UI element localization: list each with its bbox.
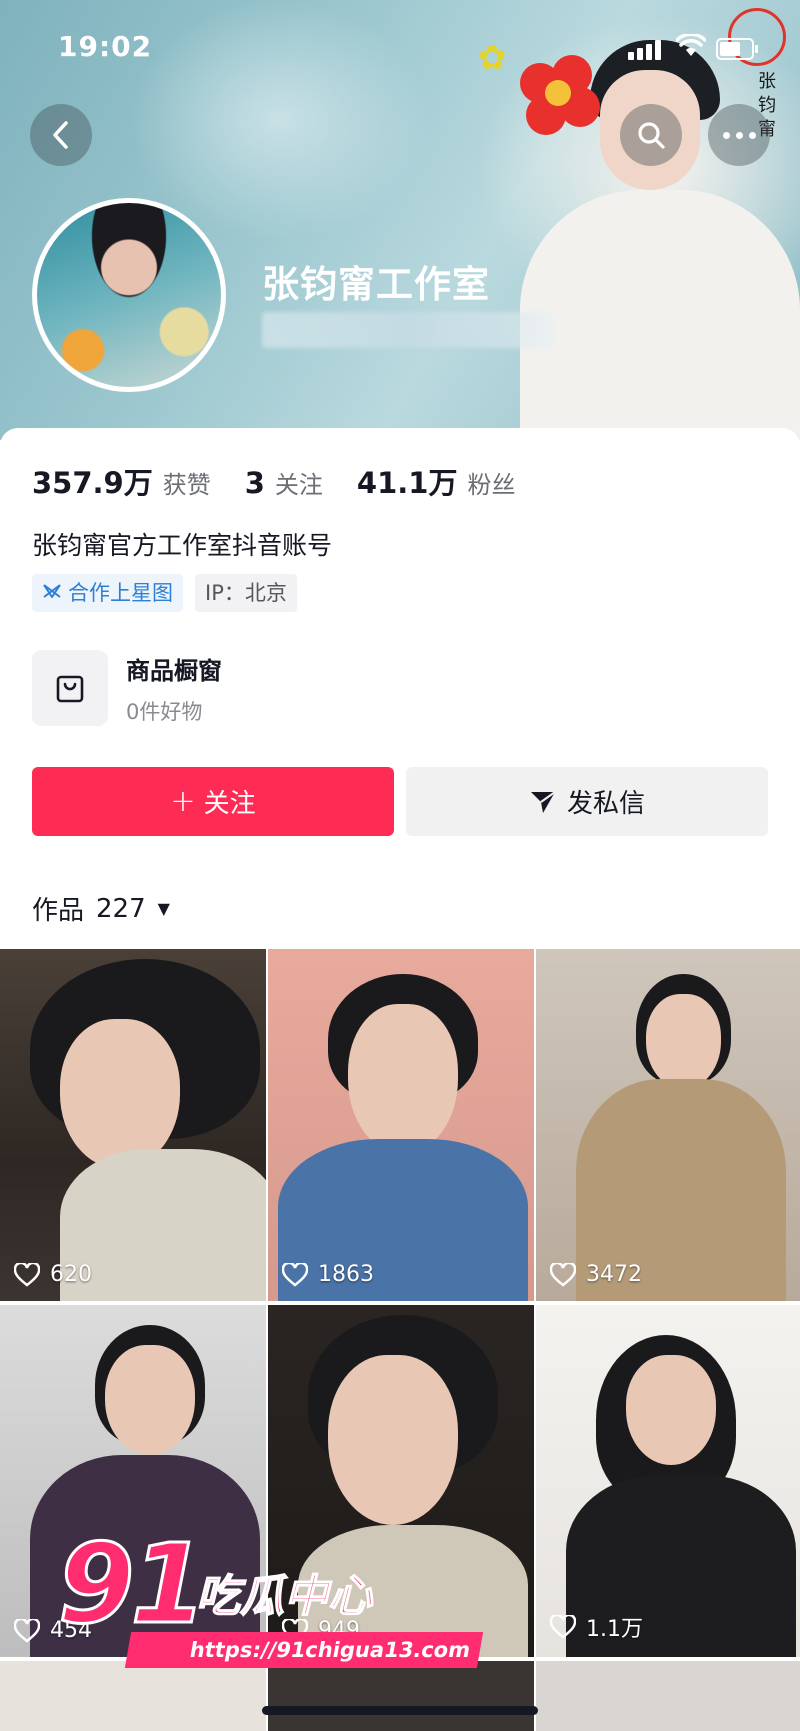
home-indicator [262, 1706, 538, 1715]
follow-button[interactable]: + 关注 [32, 767, 394, 836]
heart-icon [14, 1618, 40, 1643]
account-name: 张钧甯工作室 [262, 263, 490, 306]
star-map-label: 合作上星图 [68, 581, 173, 605]
star-map-icon [42, 574, 62, 612]
shop-subtitle: 0件好物 [126, 699, 203, 724]
avatar[interactable] [32, 198, 226, 392]
chevron-left-icon [53, 121, 68, 149]
likes-label: 获赞 [162, 471, 211, 499]
like-count: 3472 [550, 1262, 642, 1287]
battery-icon [716, 38, 758, 60]
heart-icon [14, 1262, 40, 1287]
profile-stats: 357.9万 获赞 3 关注 41.1万 粉丝 [32, 460, 549, 502]
bio-text: 张钧甯官方工作室抖音账号 [32, 531, 333, 560]
watermark-text: 吃瓜中心 [195, 1570, 373, 1623]
followers-label[interactable]: 粉丝 [467, 465, 515, 500]
like-count: 1.1万 [550, 1611, 643, 1643]
tag-row: 合作上星图 IP：北京 [32, 574, 309, 612]
video-thumbnail[interactable] [268, 1661, 534, 1731]
redacted-account-id [262, 312, 554, 348]
video-thumbnail[interactable]: 1863 [268, 949, 534, 1301]
search-button[interactable] [620, 104, 682, 166]
shop-title: 商品橱窗 [126, 656, 222, 685]
following-count[interactable]: 3 [245, 466, 265, 500]
video-thumbnail[interactable]: 3472 [536, 949, 800, 1301]
status-bar: 19:02 [0, 0, 800, 96]
ip-location-tag: IP：北京 [195, 574, 297, 612]
works-label: 作品 [32, 896, 85, 926]
watermark-url: https://91chigua13.com [124, 1632, 484, 1668]
ip-location-label: IP：北京 [205, 581, 287, 605]
watermark-brand: 91 [56, 1519, 208, 1650]
more-dots-icon [722, 131, 730, 139]
banner-photo [520, 190, 800, 440]
star-map-tag[interactable]: 合作上星图 [32, 574, 183, 612]
video-thumbnail[interactable] [536, 1661, 800, 1731]
shop-window[interactable]: 商品橱窗 0件好物 [32, 650, 222, 726]
follow-label: 关注 [203, 789, 256, 819]
heart-icon [550, 1615, 576, 1639]
heart-icon [550, 1262, 576, 1287]
works-count: 227 [96, 893, 146, 924]
likes-count: 357.9万 [32, 466, 153, 500]
video-thumbnail[interactable]: 1.1万 [536, 1305, 800, 1657]
search-icon [638, 122, 665, 149]
status-time: 19:02 [58, 30, 153, 63]
send-message-button[interactable]: 发私信 [406, 767, 768, 836]
heart-icon [282, 1262, 308, 1287]
followers-count[interactable]: 41.1万 [357, 460, 458, 502]
plus-icon: + [170, 784, 196, 819]
wifi-icon [675, 32, 707, 60]
works-tab[interactable]: 作品 227 ▼ [32, 890, 170, 927]
more-button[interactable] [708, 104, 770, 166]
signal-icon [628, 38, 662, 60]
send-icon [530, 790, 556, 813]
shopping-bag-icon [32, 650, 108, 726]
video-thumbnail[interactable] [0, 1661, 266, 1731]
following-label[interactable]: 关注 [275, 465, 323, 500]
like-count: 620 [14, 1262, 92, 1287]
back-button[interactable] [30, 104, 92, 166]
caret-down-icon: ▼ [157, 899, 170, 918]
watermark: 91 吃瓜中心 https://91chigua13.com [56, 1519, 484, 1670]
video-thumbnail[interactable]: 620 [0, 949, 266, 1301]
like-count: 1863 [282, 1262, 374, 1287]
send-message-label: 发私信 [566, 789, 645, 819]
